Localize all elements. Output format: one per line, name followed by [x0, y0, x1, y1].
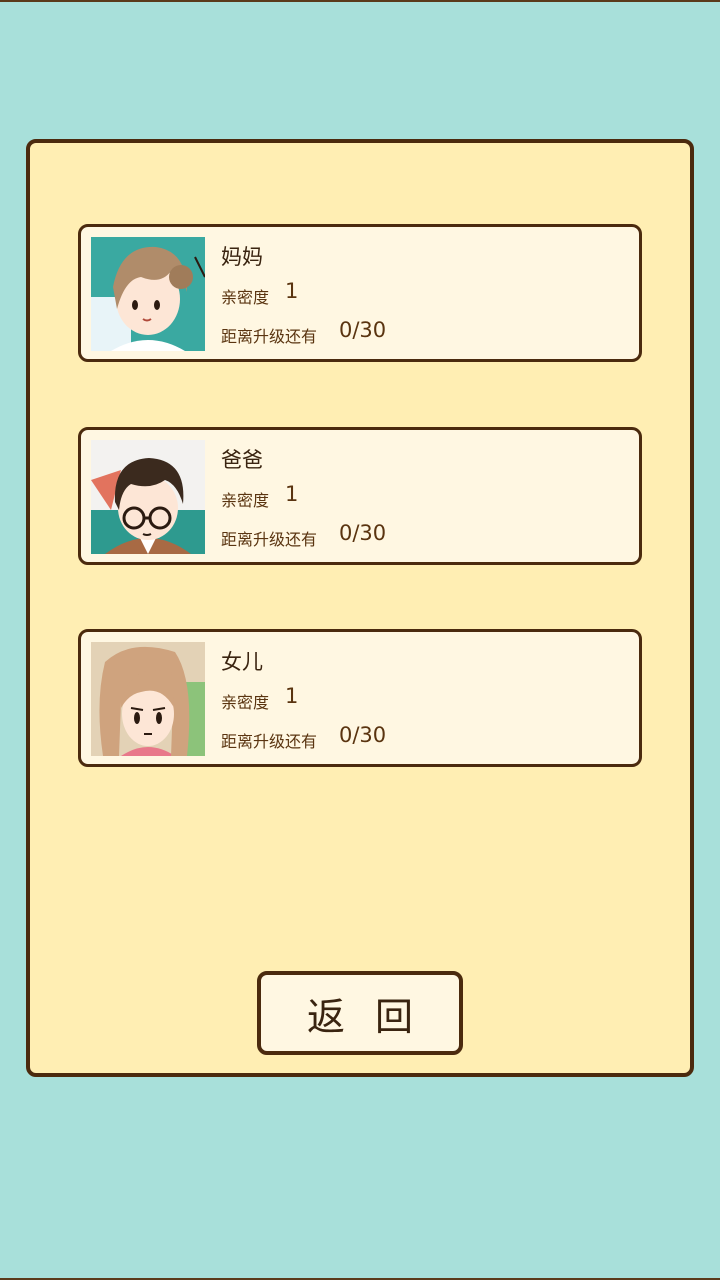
character-name: 爸爸 — [221, 448, 263, 472]
levelup-row: 距离升级还有 0/30 — [221, 723, 386, 752]
dad-portrait-icon — [91, 440, 205, 554]
affinity-label: 亲密度 — [221, 288, 270, 307]
levelup-progress: 0/30 — [339, 723, 387, 747]
affinity-row: 亲密度 1 — [221, 482, 298, 511]
back-button[interactable]: 返回 — [257, 971, 463, 1055]
levelup-progress: 0/30 — [339, 318, 387, 342]
character-name: 妈妈 — [221, 245, 263, 269]
levelup-progress: 0/30 — [339, 521, 387, 545]
affinity-value: 1 — [285, 684, 299, 708]
affinity-label: 亲密度 — [221, 693, 270, 712]
affinity-value: 1 — [285, 279, 299, 303]
character-name: 女儿 — [221, 650, 263, 674]
levelup-label: 距离升级还有 — [221, 732, 318, 751]
levelup-label: 距离升级还有 — [221, 530, 318, 549]
affinity-row: 亲密度 1 — [221, 279, 298, 308]
levelup-row: 距离升级还有 0/30 — [221, 318, 386, 347]
affinity-row: 亲密度 1 — [221, 684, 298, 713]
levelup-row: 距离升级还有 0/30 — [221, 521, 386, 550]
character-card-dad[interactable]: 爸爸 亲密度 1 距离升级还有 0/30 — [78, 427, 642, 565]
affinity-label: 亲密度 — [221, 491, 270, 510]
affinity-value: 1 — [285, 482, 299, 506]
mom-portrait-icon — [91, 237, 205, 351]
daughter-portrait-icon — [91, 642, 205, 756]
character-card-mom[interactable]: 妈妈 亲密度 1 距离升级还有 0/30 — [78, 224, 642, 362]
character-card-daughter[interactable]: 女儿 亲密度 1 距离升级还有 0/30 — [78, 629, 642, 767]
levelup-label: 距离升级还有 — [221, 327, 318, 346]
